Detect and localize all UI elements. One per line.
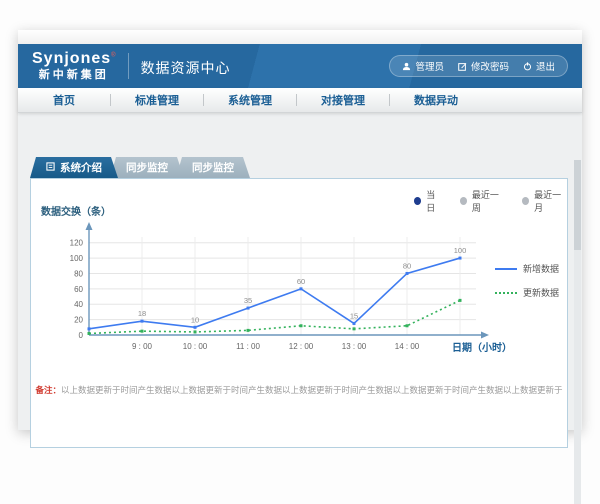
chart-svg: 0 20 40 60 80 100 120 9 : 00 10 : 00 11 : 00 12 : … bbox=[49, 217, 499, 367]
tab-label: 同步监控 bbox=[126, 160, 168, 175]
window-top-strip bbox=[18, 30, 582, 44]
svg-text:60: 60 bbox=[297, 277, 305, 286]
svg-text:15: 15 bbox=[350, 311, 358, 320]
radio-dot bbox=[460, 197, 467, 205]
admin-user-label: 管理员 bbox=[415, 59, 444, 73]
svg-text:35: 35 bbox=[244, 296, 252, 305]
svg-text:10: 10 bbox=[191, 315, 199, 324]
svg-text:100: 100 bbox=[70, 254, 84, 263]
app-header: Synjones® 新中新集团 数据资源中心 管理员 修改密码 bbox=[18, 44, 582, 88]
user-icon bbox=[402, 62, 411, 71]
nav-item-home[interactable]: 首页 bbox=[18, 92, 110, 108]
legend-label: 更新数据 bbox=[523, 286, 559, 299]
tab-sync-monitor-1[interactable]: 同步监控 bbox=[110, 157, 184, 178]
svg-text:10 : 00: 10 : 00 bbox=[183, 342, 208, 351]
logout-label: 退出 bbox=[536, 59, 555, 73]
svg-text:18: 18 bbox=[138, 309, 146, 318]
footnote-text: 以上数据更新于时间产生数据以上数据更新于时间产生数据以上数据更新于时间产生数据以… bbox=[61, 385, 563, 395]
legend-item-new-data: 新增数据 bbox=[495, 262, 559, 275]
legend-item-updated-data: 更新数据 bbox=[495, 286, 559, 299]
tab-label: 系统介绍 bbox=[60, 160, 102, 175]
app-window: Synjones® 新中新集团 数据资源中心 管理员 修改密码 bbox=[18, 30, 582, 430]
svg-text:12 : 00: 12 : 00 bbox=[289, 342, 314, 351]
svg-text:120: 120 bbox=[70, 239, 84, 248]
admin-user-button[interactable]: 管理员 bbox=[402, 59, 444, 73]
tab-bar: 系统介绍 同步监控 同步监控 bbox=[30, 157, 242, 178]
radio-last-week[interactable]: 最近一周 bbox=[460, 188, 505, 214]
footnote-prefix: 备注： bbox=[35, 385, 61, 395]
nav-item-data-change[interactable]: 数据异动 bbox=[390, 92, 482, 108]
svg-text:13 : 00: 13 : 00 bbox=[342, 342, 367, 351]
nav-item-standard-mgmt[interactable]: 标准管理 bbox=[111, 92, 203, 108]
nav-item-system-mgmt[interactable]: 系统管理 bbox=[204, 92, 296, 108]
svg-text:0: 0 bbox=[79, 331, 84, 340]
page-title: 数据资源中心 bbox=[141, 54, 231, 78]
radio-label: 当日 bbox=[426, 188, 442, 214]
svg-text:60: 60 bbox=[74, 285, 83, 294]
edit-icon bbox=[458, 62, 467, 71]
main-nav: 首页 标准管理 系统管理 对接管理 数据异动 bbox=[18, 88, 582, 113]
radio-today[interactable]: 当日 bbox=[414, 188, 443, 214]
svg-text:100: 100 bbox=[454, 246, 467, 255]
chart-legend: 新增数据 更新数据 bbox=[495, 262, 559, 310]
svg-text:9 : 00: 9 : 00 bbox=[132, 342, 153, 351]
logout-button[interactable]: 退出 bbox=[523, 59, 555, 73]
document-icon bbox=[46, 162, 55, 174]
x-axis-title: 日期（小时） bbox=[452, 339, 512, 354]
vertical-scrollbar[interactable] bbox=[574, 160, 581, 504]
header-divider bbox=[128, 53, 129, 79]
logo: Synjones® 新中新集团 bbox=[32, 51, 116, 81]
tab-label: 同步监控 bbox=[192, 160, 234, 175]
chart-panel: 当日 最近一周 最近一月 数据交换（条） 0 20 40 60 80 100 120 9 : … bbox=[30, 178, 568, 448]
radio-dot bbox=[522, 197, 529, 205]
radio-label: 最近一月 bbox=[534, 188, 567, 214]
tab-system-intro[interactable]: 系统介绍 bbox=[30, 157, 118, 178]
header-actions: 管理员 修改密码 退出 bbox=[389, 55, 568, 77]
time-range-filter: 当日 最近一周 最近一月 bbox=[414, 188, 567, 214]
power-icon bbox=[523, 62, 532, 71]
legend-line-dotted bbox=[495, 292, 517, 294]
scrollbar-thumb[interactable] bbox=[574, 160, 581, 250]
line-chart: 0 20 40 60 80 100 120 9 : 00 10 : 00 11 : 00 12 : … bbox=[49, 217, 499, 367]
svg-text:80: 80 bbox=[74, 269, 83, 278]
footnote: 备注：以上数据更新于时间产生数据以上数据更新于时间产生数据以上数据更新于时间产生… bbox=[31, 384, 567, 396]
tab-sync-monitor-2[interactable]: 同步监控 bbox=[176, 157, 250, 178]
svg-text:14 : 00: 14 : 00 bbox=[395, 342, 420, 351]
svg-text:80: 80 bbox=[403, 261, 411, 270]
content-area: 系统介绍 同步监控 同步监控 当日 最近一周 bbox=[18, 114, 582, 430]
radio-last-month[interactable]: 最近一月 bbox=[522, 188, 567, 214]
y-axis-title: 数据交换（条） bbox=[41, 203, 111, 218]
nav-item-interface-mgmt[interactable]: 对接管理 bbox=[297, 92, 389, 108]
radio-label: 最近一周 bbox=[472, 188, 505, 214]
change-password-button[interactable]: 修改密码 bbox=[458, 59, 509, 73]
radio-dot bbox=[414, 197, 421, 205]
svg-text:40: 40 bbox=[74, 300, 83, 309]
change-password-label: 修改密码 bbox=[471, 59, 509, 73]
svg-text:11 : 00: 11 : 00 bbox=[236, 342, 260, 351]
logo-cn-text: 新中新集团 bbox=[32, 70, 116, 81]
registered-mark: ® bbox=[111, 53, 115, 59]
legend-line-solid bbox=[495, 268, 517, 270]
logo-text: Synjones bbox=[32, 50, 111, 67]
legend-label: 新增数据 bbox=[523, 262, 559, 275]
svg-text:20: 20 bbox=[74, 316, 83, 325]
